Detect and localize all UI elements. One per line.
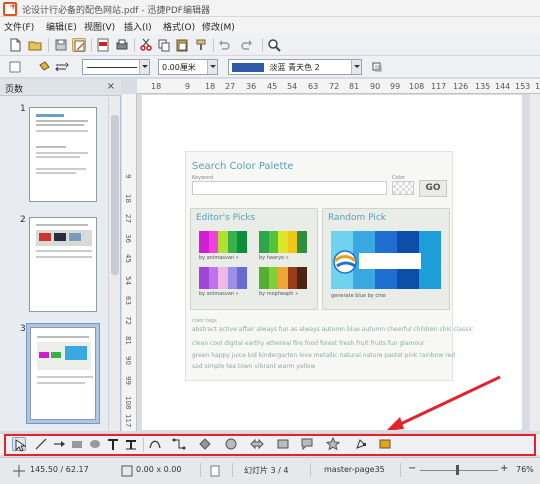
menu-view[interactable]: 视图(V) [84, 20, 115, 33]
clone-format-icon[interactable] [194, 38, 208, 52]
new-document-icon[interactable] [8, 38, 22, 52]
position-readout: 145.50 / 62.17 [30, 465, 89, 474]
open-folder-icon[interactable] [28, 38, 42, 52]
save-icon[interactable] [54, 38, 68, 52]
menu-modify[interactable]: 修改(M) [202, 20, 235, 33]
redo-icon[interactable] [240, 38, 254, 52]
document-modified-icon [208, 464, 220, 477]
red-annotation-arrow-icon [387, 375, 501, 430]
window-title: 论设计行必备的配色网站.pdf - 迅捷PDF编辑器 [22, 6, 210, 16]
line-fill-toolbar: 0.00厘米 淡蓝 青天色 2 [0, 56, 540, 78]
master-page-name: master-page35 [324, 465, 385, 474]
menu-insert[interactable]: 插入(I) [124, 20, 152, 33]
export-pdf-icon[interactable] [96, 38, 110, 52]
work-area-scrollbar[interactable] [530, 94, 540, 431]
title-bar: 论设计行必备的配色网站.pdf - 迅捷PDF编辑器 [0, 0, 540, 17]
status-bar: 145.50 / 62.17 0.00 x 0.00 幻灯片 3 / 4 mas… [0, 457, 540, 484]
line-style-select[interactable] [82, 59, 150, 75]
slide-thumbnail-1[interactable] [29, 107, 97, 202]
bucket-icon[interactable] [37, 60, 51, 74]
thumbnail-number: 1 [20, 104, 26, 114]
style-icon[interactable] [8, 60, 22, 74]
standard-toolbar [0, 34, 540, 56]
slide-thumbnail-3-selected[interactable] [26, 323, 100, 424]
slides-panel-title: 页数 [5, 85, 24, 95]
line-width-field[interactable]: 0.00厘米 [158, 59, 218, 75]
horizontal-ruler: 18 9 18 27 36 45 54 63 72 81 90 99 108 1… [137, 79, 540, 94]
zoom-slider-thumb[interactable] [456, 465, 459, 475]
edit-file-icon[interactable] [72, 38, 86, 52]
work-area: 18 9 18 27 36 45 54 63 72 81 90 99 108 1… [122, 79, 540, 431]
slides-panel-header: 页数 × [0, 79, 121, 96]
menu-edit[interactable]: 编辑(E) [46, 20, 77, 33]
slides-panel: 页数 × 1 2 3 [0, 79, 121, 431]
zoom-in-button[interactable]: + [500, 463, 508, 474]
size-readout: 0.00 x 0.00 [136, 465, 182, 474]
slide-thumbnail-2[interactable] [29, 217, 97, 312]
drawing-toolbar-highlight [4, 434, 536, 456]
shadow-icon[interactable] [370, 60, 384, 74]
zoom-icon[interactable] [267, 38, 281, 52]
menu-format[interactable]: 格式(O) [163, 20, 195, 33]
area-fill-select[interactable]: 淡蓝 青天色 2 [228, 59, 362, 75]
size-icon [120, 464, 133, 477]
menu-file[interactable]: 文件(F) [4, 20, 34, 33]
copy-icon[interactable] [157, 38, 171, 52]
app-icon [3, 1, 17, 16]
zoom-level: 76% [516, 465, 534, 474]
zoom-slider[interactable] [420, 470, 498, 471]
zoom-out-button[interactable]: − [408, 463, 416, 474]
slides-panel-scrollbar[interactable] [108, 97, 120, 431]
print-icon[interactable] [115, 38, 129, 52]
slide-page[interactable]: Search Color Palette Keyword Color GO Ed… [142, 95, 522, 430]
undo-icon[interactable] [217, 38, 231, 52]
cut-icon[interactable] [139, 38, 153, 52]
close-icon[interactable]: × [107, 81, 115, 92]
thumbnail-number: 3 [20, 324, 26, 334]
slide-indicator: 幻灯片 3 / 4 [244, 466, 289, 475]
position-icon [12, 464, 25, 477]
vertical-ruler: 9 18 27 36 45 54 63 72 81 90 99 108 117 [122, 94, 137, 431]
thumbnail-number: 2 [20, 215, 26, 225]
arrow-style-icon[interactable] [55, 60, 69, 74]
paste-icon[interactable] [175, 38, 189, 52]
fill-color-swatch [232, 63, 264, 72]
menu-bar: 文件(F) 编辑(E) 视图(V) 插入(I) 格式(O) 修改(M) [0, 17, 540, 34]
